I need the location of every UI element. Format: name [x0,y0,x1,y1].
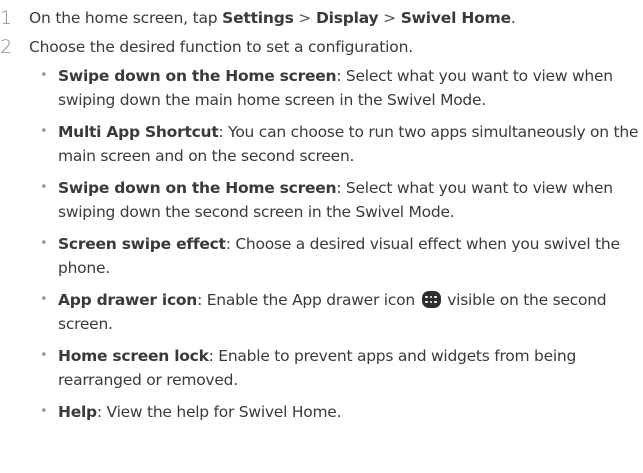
bullet-dot: • [40,404,48,419]
step-text-prefix: On the home screen, tap [29,9,223,27]
bullet-dot: • [40,68,48,83]
path-separator: > [293,9,316,27]
list-item-screen-swipe-effect: • Screen swipe effect: Choose a desired … [35,232,640,280]
bullet-dot: • [40,348,48,363]
list-item-help: • Help: View the help for Swivel Home. [35,400,640,424]
step-number: 2 [0,36,12,58]
bullet-dot: • [40,124,48,139]
item-term: Swipe down on the Home screen [58,67,337,85]
item-term: App drawer icon [58,291,198,309]
item-term: Home screen lock [58,347,209,365]
bullet-dot: • [40,180,48,195]
list-item-home-screen-lock: • Home screen lock: Enable to prevent ap… [35,344,640,392]
path-settings: Settings [222,9,294,27]
app-drawer-icon [421,291,441,308]
item-term: Swipe down on the Home screen [58,179,337,197]
item-term: Screen swipe effect [58,235,226,253]
list-item-app-drawer-icon: • App drawer icon: Enable the App drawer… [35,288,640,336]
list-item-swipe-down-main: • Swipe down on the Home screen: Select … [35,64,640,112]
list-item-swipe-down-second: • Swipe down on the Home screen: Select … [35,176,640,224]
step-number: 1 [0,7,12,29]
bullet-dot: • [40,236,48,251]
item-description: : View the help for Swivel Home. [96,403,342,421]
instructions-document: 1 On the home screen, tap Settings > Dis… [0,0,643,473]
item-term: Help [58,403,97,421]
step-text-suffix: . [510,9,516,27]
step-text: On the home screen, tap Settings > Displ… [29,6,516,30]
bullet-dot: • [40,292,48,307]
list-item-multi-app-shortcut: • Multi App Shortcut: You can choose to … [35,120,640,168]
step-text: Choose the desired function to set a con… [29,38,413,56]
path-separator: > [378,9,401,27]
item-description-before-icon: : Enable the App drawer icon [197,291,420,309]
path-swivel-home: Swivel Home [400,9,511,27]
item-term: Multi App Shortcut [58,123,219,141]
function-list: • Swipe down on the Home screen: Select … [35,64,640,432]
path-display: Display [315,9,379,27]
